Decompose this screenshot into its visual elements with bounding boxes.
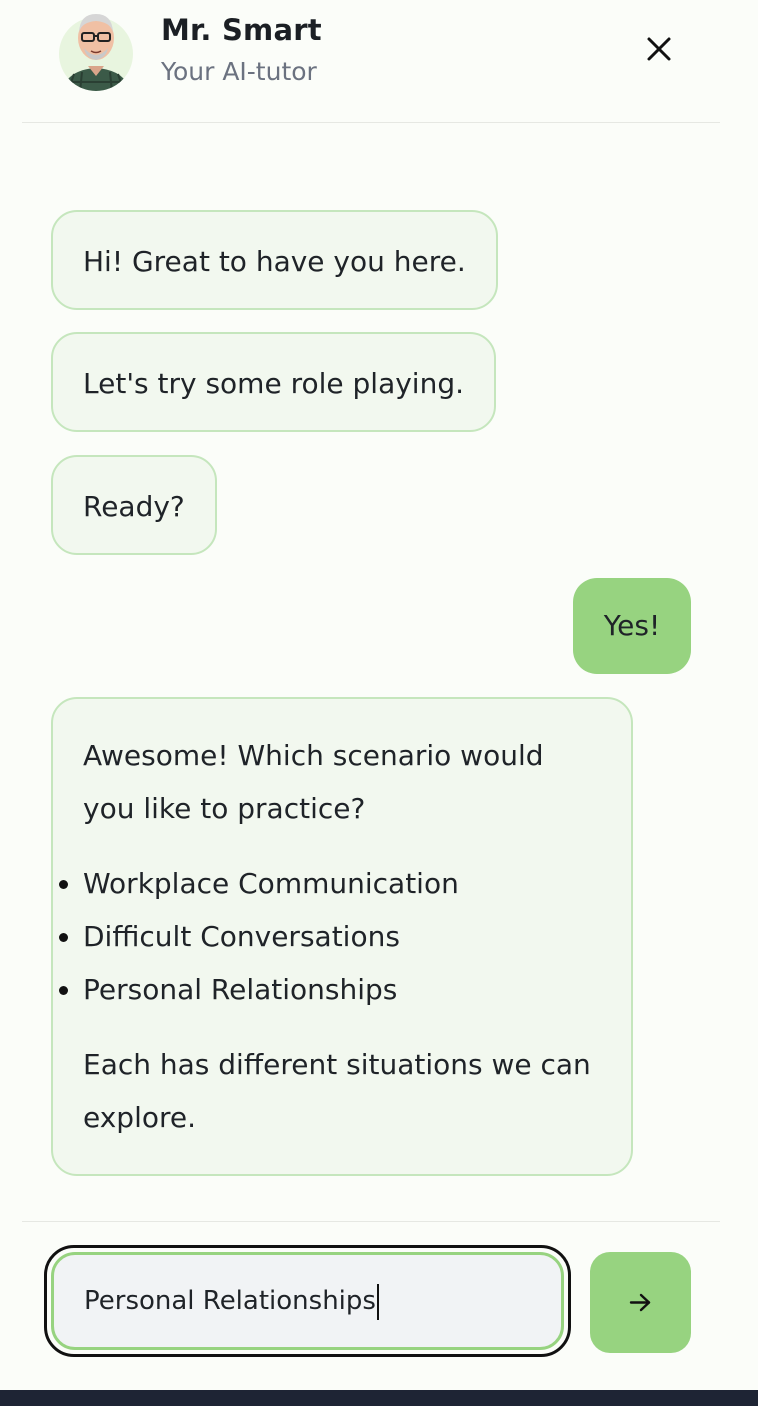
close-icon — [647, 37, 671, 61]
scenario-option: Difficult Conversations — [59, 910, 601, 963]
user-message: Yes! — [573, 578, 691, 674]
message-outro: Each has different situations we can exp… — [83, 1048, 591, 1134]
scenario-list: Workplace Communication Difficult Conver… — [59, 857, 601, 1016]
arrow-right-icon — [629, 1293, 651, 1312]
chat-header: Mr. Smart Your AI-tutor — [22, 0, 720, 123]
bot-message: Hi! Great to have you here. — [51, 210, 498, 310]
bot-message-scenarios: Awesome! Which scenario would you like t… — [51, 697, 633, 1176]
message-intro: Awesome! Which scenario would you like t… — [83, 739, 544, 825]
bot-message: Ready? — [51, 455, 217, 555]
bot-message: Let's try some role playing. — [51, 332, 496, 432]
tutor-avatar — [58, 8, 134, 92]
message-input[interactable]: Personal Relationships — [51, 1252, 564, 1350]
tutor-name: Mr. Smart — [161, 13, 322, 47]
send-button[interactable] — [590, 1252, 691, 1353]
scenario-option: Workplace Communication — [59, 857, 601, 910]
message-composer: Personal Relationships — [22, 1221, 720, 1392]
scenario-option: Personal Relationships — [59, 963, 601, 1016]
tutor-role: Your AI-tutor — [161, 57, 317, 86]
message-input-focus-ring: Personal Relationships — [44, 1245, 571, 1357]
bottom-bar — [0, 1390, 758, 1406]
message-input-value: Personal Relationships — [84, 1286, 376, 1316]
close-button[interactable] — [644, 34, 674, 64]
text-caret — [376, 1283, 379, 1320]
